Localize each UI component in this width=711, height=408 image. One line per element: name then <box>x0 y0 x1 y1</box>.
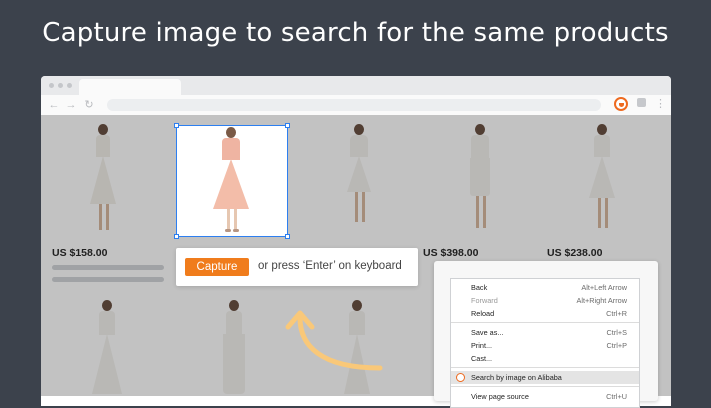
menu-divider <box>451 322 639 323</box>
menu-divider <box>451 367 639 368</box>
menu-item-print[interactable]: Print... Ctrl+P <box>451 339 639 352</box>
menu-item-forward[interactable]: Forward Alt+Right Arrow <box>451 294 639 307</box>
menu-item-reload[interactable]: Reload Ctrl+R <box>451 307 639 320</box>
context-menu-panel: Back Alt+Left Arrow Forward Alt+Right Arro… <box>434 261 658 408</box>
menu-item-save-as[interactable]: Save as... Ctrl+S <box>451 326 639 339</box>
menu-item-cast[interactable]: Cast... <box>451 352 639 365</box>
menu-item-search-by-image[interactable]: Search by image on Alibaba <box>451 371 639 384</box>
alibaba-search-icon <box>456 373 465 382</box>
context-menu: Back Alt+Left Arrow Forward Alt+Right Arro… <box>450 278 640 408</box>
menu-divider <box>451 386 639 387</box>
menu-item-back[interactable]: Back Alt+Left Arrow <box>451 281 639 294</box>
menu-item-view-source[interactable]: View page source Ctrl+U <box>451 390 639 403</box>
